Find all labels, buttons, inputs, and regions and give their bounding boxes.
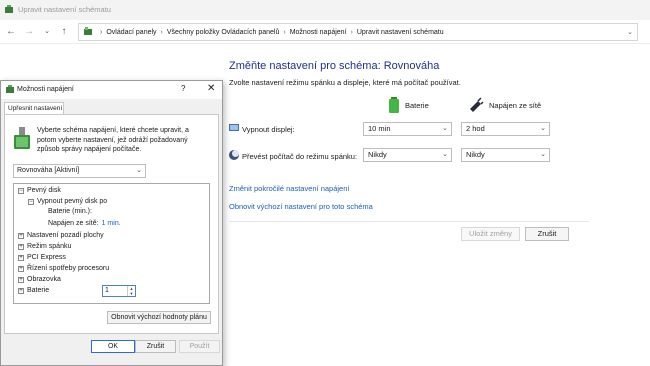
advanced-settings-link[interactable]: Změnit pokročilé nastavení napájení (229, 184, 350, 193)
power-options-icon (5, 5, 13, 13)
spinner-arrows-icon[interactable]: ▲ ▼ (127, 286, 135, 296)
battery-column-label: Baterie (405, 100, 429, 110)
plugged-column-label: Napájen ze sítě (489, 100, 542, 110)
collapse-icon[interactable]: − (28, 198, 34, 205)
display-off-plugged-select[interactable]: 2 hod ⌄ (461, 122, 550, 136)
tree-item-battery[interactable]: + Baterie (18, 287, 49, 294)
breadcrumb-separator-icon: › (100, 28, 103, 36)
sleep-plugged-value: Nikdy (466, 150, 485, 159)
power-plan-icon (14, 127, 30, 149)
save-changes-button[interactable]: Uložit změny (461, 227, 520, 241)
dialog-cancel-button[interactable]: Zrušit (135, 340, 176, 353)
dialog-description: Vyberte schéma napájení, které chcete up… (37, 127, 189, 153)
window-title: Upravit nastavení schématu (18, 5, 111, 14)
tree-item-display-label: Obrazovka (27, 276, 61, 283)
expand-icon[interactable]: + (18, 254, 24, 261)
collapse-icon[interactable]: − (18, 187, 24, 194)
breadcrumb-control-panel[interactable]: Ovládací panely (106, 29, 156, 36)
back-arrow-icon[interactable]: ← (4, 25, 18, 39)
expand-icon[interactable]: + (18, 243, 24, 250)
plugged-min-label: Napájen ze sítě: (48, 220, 99, 227)
power-options-dialog: Možnosti napájení ? ✕ Upřesnit nastavení… (0, 80, 223, 366)
scheme-select[interactable]: Rovnováha [Aktivní] ⌄ (13, 164, 146, 178)
chevron-down-icon: ⌄ (540, 125, 546, 132)
page-heading: Změňte nastavení pro schéma: Rovnováha (229, 60, 440, 72)
tree-item-disk-off-label: Vypnout pevný disk po (37, 198, 108, 205)
battery-min-label: Baterie (min.): (48, 208, 92, 215)
sleep-battery-value: Nikdy (368, 150, 387, 159)
battery-minutes-value: 1 (105, 287, 109, 294)
restore-plan-defaults-button[interactable]: Obnovit výchozí hodnoty plánu (107, 311, 211, 324)
help-icon[interactable]: ? (181, 84, 185, 93)
control-panel-icon (84, 27, 92, 35)
display-off-label: Vypnout displej: (242, 125, 295, 134)
sleep-battery-select[interactable]: Nikdy ⌄ (363, 148, 452, 162)
display-off-battery-select[interactable]: 10 min ⌄ (363, 122, 452, 136)
ok-button[interactable]: OK (91, 340, 135, 353)
close-icon[interactable]: ✕ (207, 83, 215, 94)
tree-item-battery-label: Baterie (27, 287, 50, 294)
breadcrumb-power-options[interactable]: Možnosti napájení (290, 29, 347, 36)
chevron-down-icon: ⌄ (442, 151, 448, 158)
battery-minutes-input[interactable]: 1 ▲ ▼ (102, 285, 136, 297)
dialog-title-bar: Možnosti napájení ? ✕ (1, 81, 222, 99)
battery-icon (389, 97, 399, 113)
forward-arrow-icon[interactable]: → (22, 25, 36, 39)
display-off-plugged-value: 2 hod (466, 124, 485, 133)
power-plug-icon (470, 97, 484, 112)
main-title-bar: Upravit nastavení schématu (0, 0, 650, 20)
tree-item-battery-min: Baterie (min.): (48, 208, 92, 215)
expand-icon[interactable]: + (18, 232, 24, 239)
chevron-down-icon: ⌄ (540, 151, 546, 158)
tree-item-cpu-label: Řízení spotřeby procesoru (27, 265, 110, 272)
tree-item-desktop-label: Nastavení pozadí plochy (27, 232, 104, 239)
plugged-column-header: Napájen ze sítě (468, 97, 541, 113)
breadcrumb-separator-icon: › (350, 28, 353, 36)
plugged-min-value[interactable]: 1 min. (102, 220, 121, 227)
apply-button[interactable]: Použít (179, 340, 220, 353)
breadcrumb-separator-icon: › (160, 28, 163, 36)
tree-item-desktop[interactable]: + Nastavení pozadí plochy (18, 232, 104, 239)
cancel-button[interactable]: Zrušit (525, 227, 569, 241)
tree-item-disk[interactable]: − Pevný disk (18, 187, 61, 194)
breadcrumb-edit-plan[interactable]: Upravit nastavení schématu (357, 29, 444, 36)
battery-column-header: Baterie (388, 97, 429, 113)
up-arrow-icon[interactable]: ↑ (57, 25, 71, 39)
expand-icon[interactable]: + (18, 265, 24, 272)
scheme-select-value: Rovnováha [Aktivní] (17, 167, 80, 174)
expand-icon[interactable]: + (18, 287, 24, 294)
tree-item-display[interactable]: + Obrazovka (18, 276, 61, 283)
sleep-plugged-select[interactable]: Nikdy ⌄ (461, 148, 550, 162)
tree-item-pci-label: PCI Express (27, 254, 66, 261)
tree-item-plugged-min: Napájen ze sítě: 1 min. (48, 220, 121, 227)
breadcrumb-separator-icon: › (283, 28, 286, 36)
page-subtext: Zvolte nastavení režimu spánku a displej… (229, 78, 461, 87)
address-bar-area: ← → ⌄ ↑ › Ovládací panely › Všechny polo… (0, 20, 650, 44)
tree-item-pci[interactable]: + PCI Express (18, 254, 66, 261)
tree-item-disk-off[interactable]: − Vypnout pevný disk po (28, 198, 107, 205)
tree-item-cpu[interactable]: + Řízení spotřeby procesoru (18, 265, 109, 272)
breadcrumb-all-items[interactable]: Všechny položky Ovládacích panelů (167, 29, 279, 36)
recent-chevron-icon[interactable]: ⌄ (40, 25, 54, 39)
chevron-down-icon: ⌄ (442, 125, 448, 132)
restore-defaults-link[interactable]: Obnovit výchozí nastavení pro toto schém… (229, 202, 373, 211)
divider (229, 221, 589, 222)
tree-item-disk-label: Pevný disk (27, 187, 61, 194)
power-options-icon (6, 85, 14, 93)
address-bar[interactable]: › Ovládací panely › Všechny položky Ovlá… (78, 23, 638, 41)
expand-icon[interactable]: + (18, 276, 24, 283)
tree-item-sleep[interactable]: + Režim spánku (18, 243, 71, 250)
sleep-moon-icon (229, 150, 239, 160)
address-dropdown-icon[interactable]: ⌄ (627, 28, 633, 36)
dialog-title: Možnosti napájení (17, 86, 74, 93)
display-icon (229, 124, 239, 131)
chevron-down-icon: ⌄ (136, 167, 142, 174)
display-off-battery-value: 10 min (368, 124, 391, 133)
tree-item-sleep-label: Režim spánku (27, 243, 72, 250)
sleep-label: Převést počítač do režimu spánku: (242, 152, 358, 161)
